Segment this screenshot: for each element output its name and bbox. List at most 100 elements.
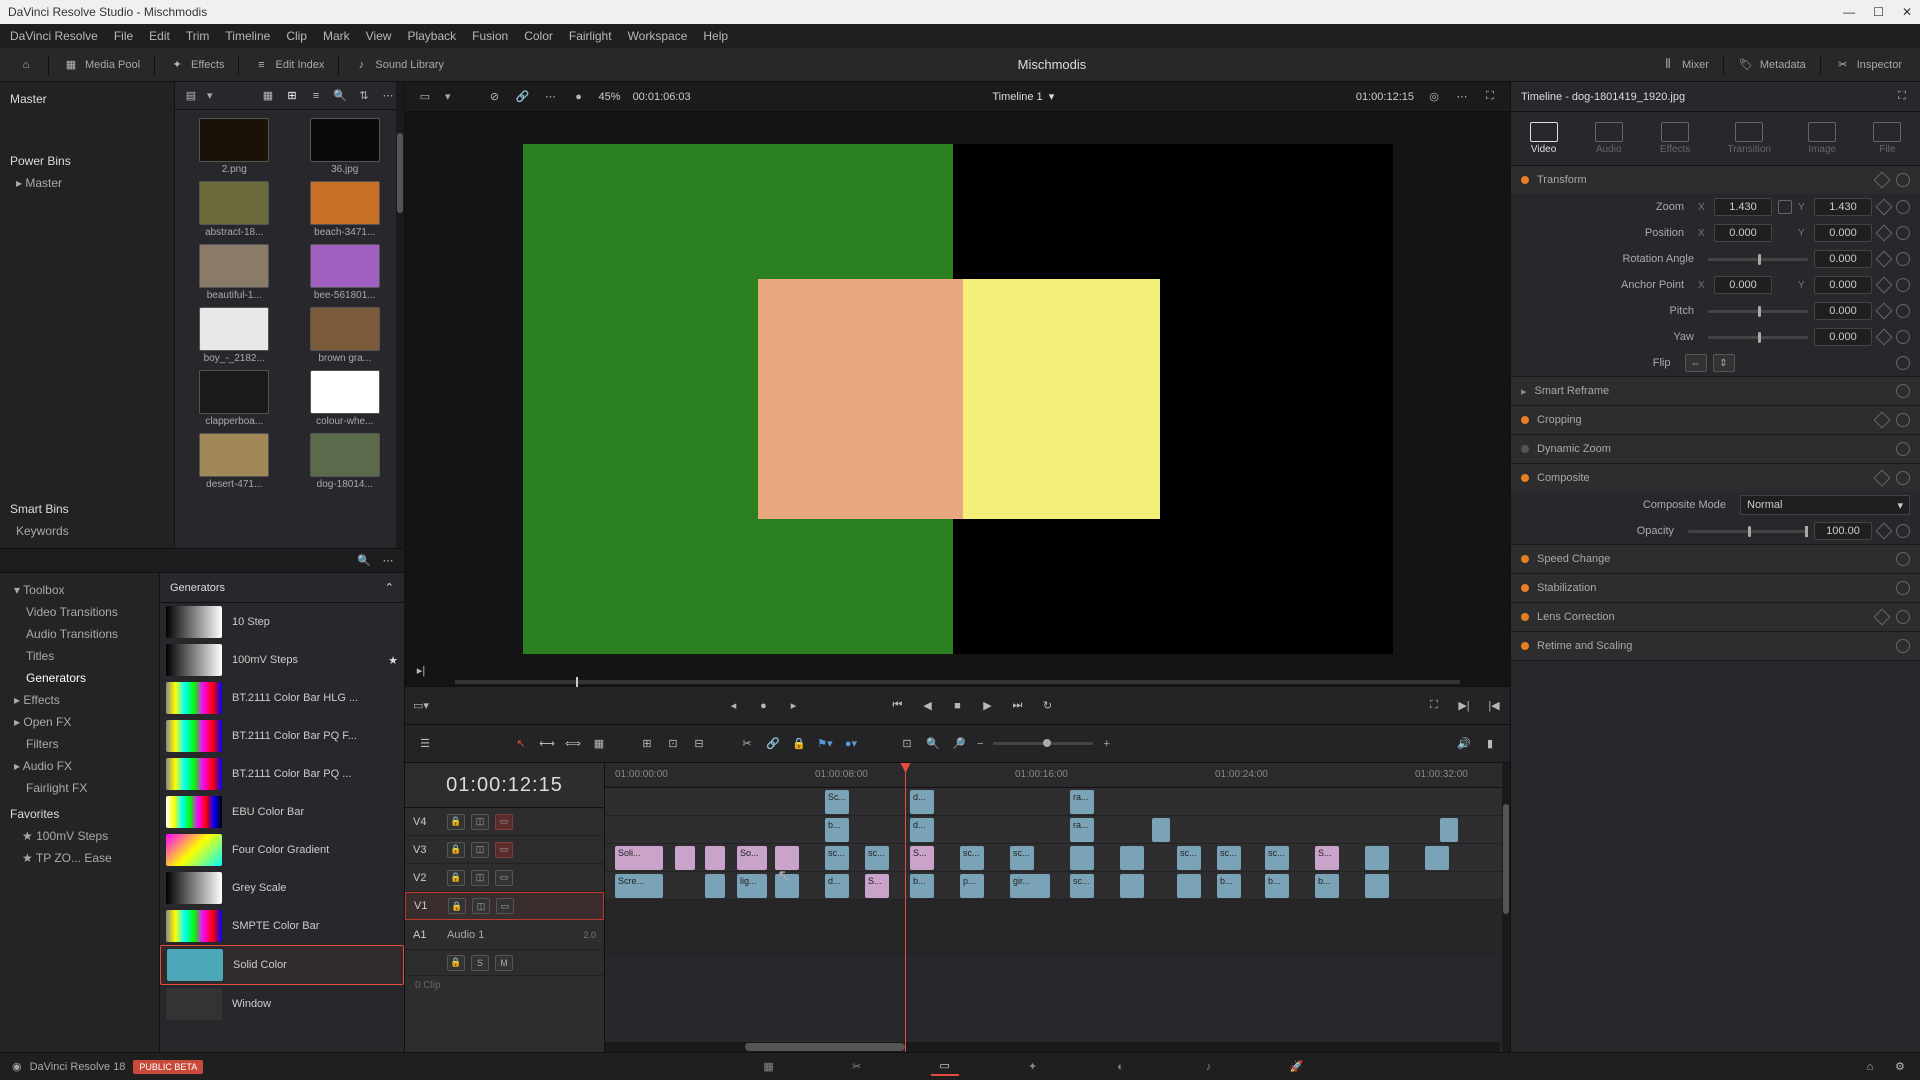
inspector-tab-file[interactable]: File bbox=[1873, 122, 1901, 155]
timeline-clip[interactable]: sc... bbox=[1070, 874, 1094, 898]
timeline-clip[interactable]: b... bbox=[1315, 874, 1339, 898]
fx-tree-titles[interactable]: Titles bbox=[4, 645, 155, 667]
gamut-icon[interactable]: ◎ bbox=[1426, 89, 1442, 105]
pitch-reset-icon[interactable] bbox=[1896, 304, 1910, 318]
stabilization-header[interactable]: Stabilization bbox=[1537, 582, 1596, 594]
timeline-clip[interactable] bbox=[705, 874, 725, 898]
anchor-x-field[interactable]: 0.000 bbox=[1714, 276, 1772, 294]
media-page-icon[interactable]: ▦ bbox=[755, 1058, 783, 1076]
effects-toggle[interactable]: ✦ Effects bbox=[163, 57, 230, 73]
comp-keyframe-icon[interactable] bbox=[1874, 470, 1891, 487]
lens-reset-icon[interactable] bbox=[1896, 610, 1910, 624]
smart-bins-header[interactable]: Smart Bins bbox=[8, 498, 166, 520]
media-clip[interactable]: 36.jpg bbox=[294, 118, 397, 175]
speed-header[interactable]: Speed Change bbox=[1537, 553, 1610, 565]
audio-lock-icon[interactable]: 🔒 bbox=[447, 955, 465, 971]
link-clips-icon[interactable]: 🔗 bbox=[765, 736, 781, 752]
media-clip[interactable]: brown gra... bbox=[294, 307, 397, 364]
effects-search-icon[interactable]: 🔍 bbox=[356, 553, 372, 569]
rot-keyframe-icon[interactable] bbox=[1876, 251, 1893, 268]
track-auto-icon[interactable]: ◫ bbox=[471, 842, 489, 858]
media-clip[interactable]: abstract-18... bbox=[183, 181, 286, 238]
viewer-canvas[interactable]: ▸| bbox=[405, 112, 1510, 686]
track-auto-icon[interactable]: ◫ bbox=[471, 870, 489, 886]
inspector-tab-transition[interactable]: Transition bbox=[1727, 122, 1771, 155]
last-frame-icon[interactable]: ⏭ bbox=[1010, 698, 1026, 714]
viewer-options-icon[interactable]: ⋯ bbox=[1454, 89, 1470, 105]
thumbnail-view-icon[interactable]: ⊞ bbox=[284, 88, 300, 104]
timeline-clip[interactable]: S... bbox=[865, 874, 889, 898]
timeline-clip[interactable]: Sc... bbox=[825, 790, 849, 814]
more-icon[interactable]: ⋯ bbox=[380, 88, 396, 104]
viewer-zoom[interactable]: 45% bbox=[599, 91, 621, 103]
mixer-toggle[interactable]: ⫼ Mixer bbox=[1654, 57, 1715, 73]
audio-meter-icon[interactable]: ▮ bbox=[1482, 736, 1498, 752]
in-out-icon[interactable]: ▭▾ bbox=[413, 698, 429, 714]
close-icon[interactable]: ✕ bbox=[1902, 5, 1912, 19]
media-clip[interactable]: clapperboa... bbox=[183, 370, 286, 427]
rot-reset-icon[interactable] bbox=[1896, 252, 1910, 266]
audio-track-header[interactable]: A1 Audio 1 2.0 bbox=[405, 920, 604, 950]
retime-header[interactable]: Retime and Scaling bbox=[1537, 640, 1632, 652]
fx-tree-open-fx[interactable]: ▸ Open FX bbox=[4, 711, 155, 733]
menu-view[interactable]: View bbox=[366, 29, 392, 43]
track-header-v1[interactable]: V1🔒◫▭ bbox=[405, 892, 604, 920]
media-scrollbar[interactable] bbox=[396, 82, 404, 548]
home-icon[interactable]: ⌂ bbox=[18, 57, 34, 73]
track-lock-icon[interactable]: 🔒 bbox=[447, 870, 465, 886]
generator-item[interactable]: 10 Step bbox=[160, 603, 404, 641]
timeline-clip[interactable]: gir... bbox=[1010, 874, 1050, 898]
fusion-page-icon[interactable]: ✦ bbox=[1019, 1058, 1047, 1076]
track-enable-icon[interactable]: ▭ bbox=[496, 898, 514, 914]
rotation-field[interactable]: 0.000 bbox=[1814, 250, 1872, 268]
timeline-clip[interactable]: Scre... bbox=[615, 874, 663, 898]
timeline-clip[interactable]: sc... bbox=[865, 846, 889, 870]
fx-tree-generators[interactable]: Generators bbox=[4, 667, 155, 689]
timeline-clip[interactable]: d... bbox=[825, 874, 849, 898]
generator-item[interactable]: SMPTE Color Bar bbox=[160, 907, 404, 945]
fx-tree-audio-fx[interactable]: ▸ Audio FX bbox=[4, 755, 155, 777]
menu-file[interactable]: File bbox=[114, 29, 133, 43]
crop-reset-icon[interactable] bbox=[1896, 413, 1910, 427]
flip-h-button[interactable]: ⇔ bbox=[1685, 354, 1707, 372]
lock-icon[interactable]: 🔒 bbox=[791, 736, 807, 752]
transform-keyframe-icon[interactable] bbox=[1874, 172, 1891, 189]
inspector-tab-image[interactable]: Image bbox=[1808, 122, 1836, 155]
track-lock-icon[interactable]: 🔒 bbox=[448, 898, 466, 914]
inspector-tab-effects[interactable]: Effects bbox=[1660, 122, 1690, 155]
menu-color[interactable]: Color bbox=[524, 29, 553, 43]
audio-solo-button[interactable]: S bbox=[471, 955, 489, 971]
comp-reset-icon[interactable] bbox=[1896, 471, 1910, 485]
media-clip[interactable]: colour-whe... bbox=[294, 370, 397, 427]
marker-nav-icon[interactable]: ● bbox=[756, 698, 772, 714]
menu-timeline[interactable]: Timeline bbox=[225, 29, 270, 43]
menu-davinci-resolve[interactable]: DaVinci Resolve bbox=[10, 29, 98, 43]
metadata-view-icon[interactable]: ▦ bbox=[260, 88, 276, 104]
menu-playback[interactable]: Playback bbox=[407, 29, 456, 43]
cut-page-icon[interactable]: ✂ bbox=[843, 1058, 871, 1076]
fx-tree-audio-transitions[interactable]: Audio Transitions bbox=[4, 623, 155, 645]
composite-header[interactable]: Composite bbox=[1537, 472, 1590, 484]
timeline-clip[interactable]: b... bbox=[910, 874, 934, 898]
playhead[interactable] bbox=[905, 763, 906, 1052]
timeline-clip[interactable] bbox=[1120, 874, 1144, 898]
fx-tree-filters[interactable]: Filters bbox=[4, 733, 155, 755]
list-view-icon[interactable]: ≡ bbox=[308, 88, 324, 104]
timeline-clip[interactable]: So... bbox=[737, 846, 767, 870]
track-lock-icon[interactable]: 🔒 bbox=[447, 814, 465, 830]
play-icon[interactable]: ▶ bbox=[980, 698, 996, 714]
collapse-icon[interactable]: ⌃ bbox=[385, 581, 394, 594]
pos-keyframe-icon[interactable] bbox=[1876, 225, 1893, 242]
generator-item[interactable]: Grey Scale bbox=[160, 869, 404, 907]
timeline-clip[interactable]: ra... bbox=[1070, 818, 1094, 842]
timeline-clip[interactable]: sc... bbox=[1265, 846, 1289, 870]
marker-icon[interactable]: ●▾ bbox=[843, 736, 859, 752]
zoom-link-icon[interactable] bbox=[1778, 200, 1792, 214]
fullscreen-icon[interactable]: ⛶ bbox=[1426, 698, 1442, 714]
replace-icon[interactable]: ⊟ bbox=[691, 736, 707, 752]
next-clip-icon[interactable]: ▶| bbox=[1456, 698, 1472, 714]
track-enable-icon[interactable]: ▭ bbox=[495, 842, 513, 858]
media-clip[interactable]: bee-561801... bbox=[294, 244, 397, 301]
dynamic-trim-icon[interactable]: ⟺ bbox=[565, 736, 581, 752]
timeline-scrollbar[interactable] bbox=[605, 1042, 1500, 1052]
